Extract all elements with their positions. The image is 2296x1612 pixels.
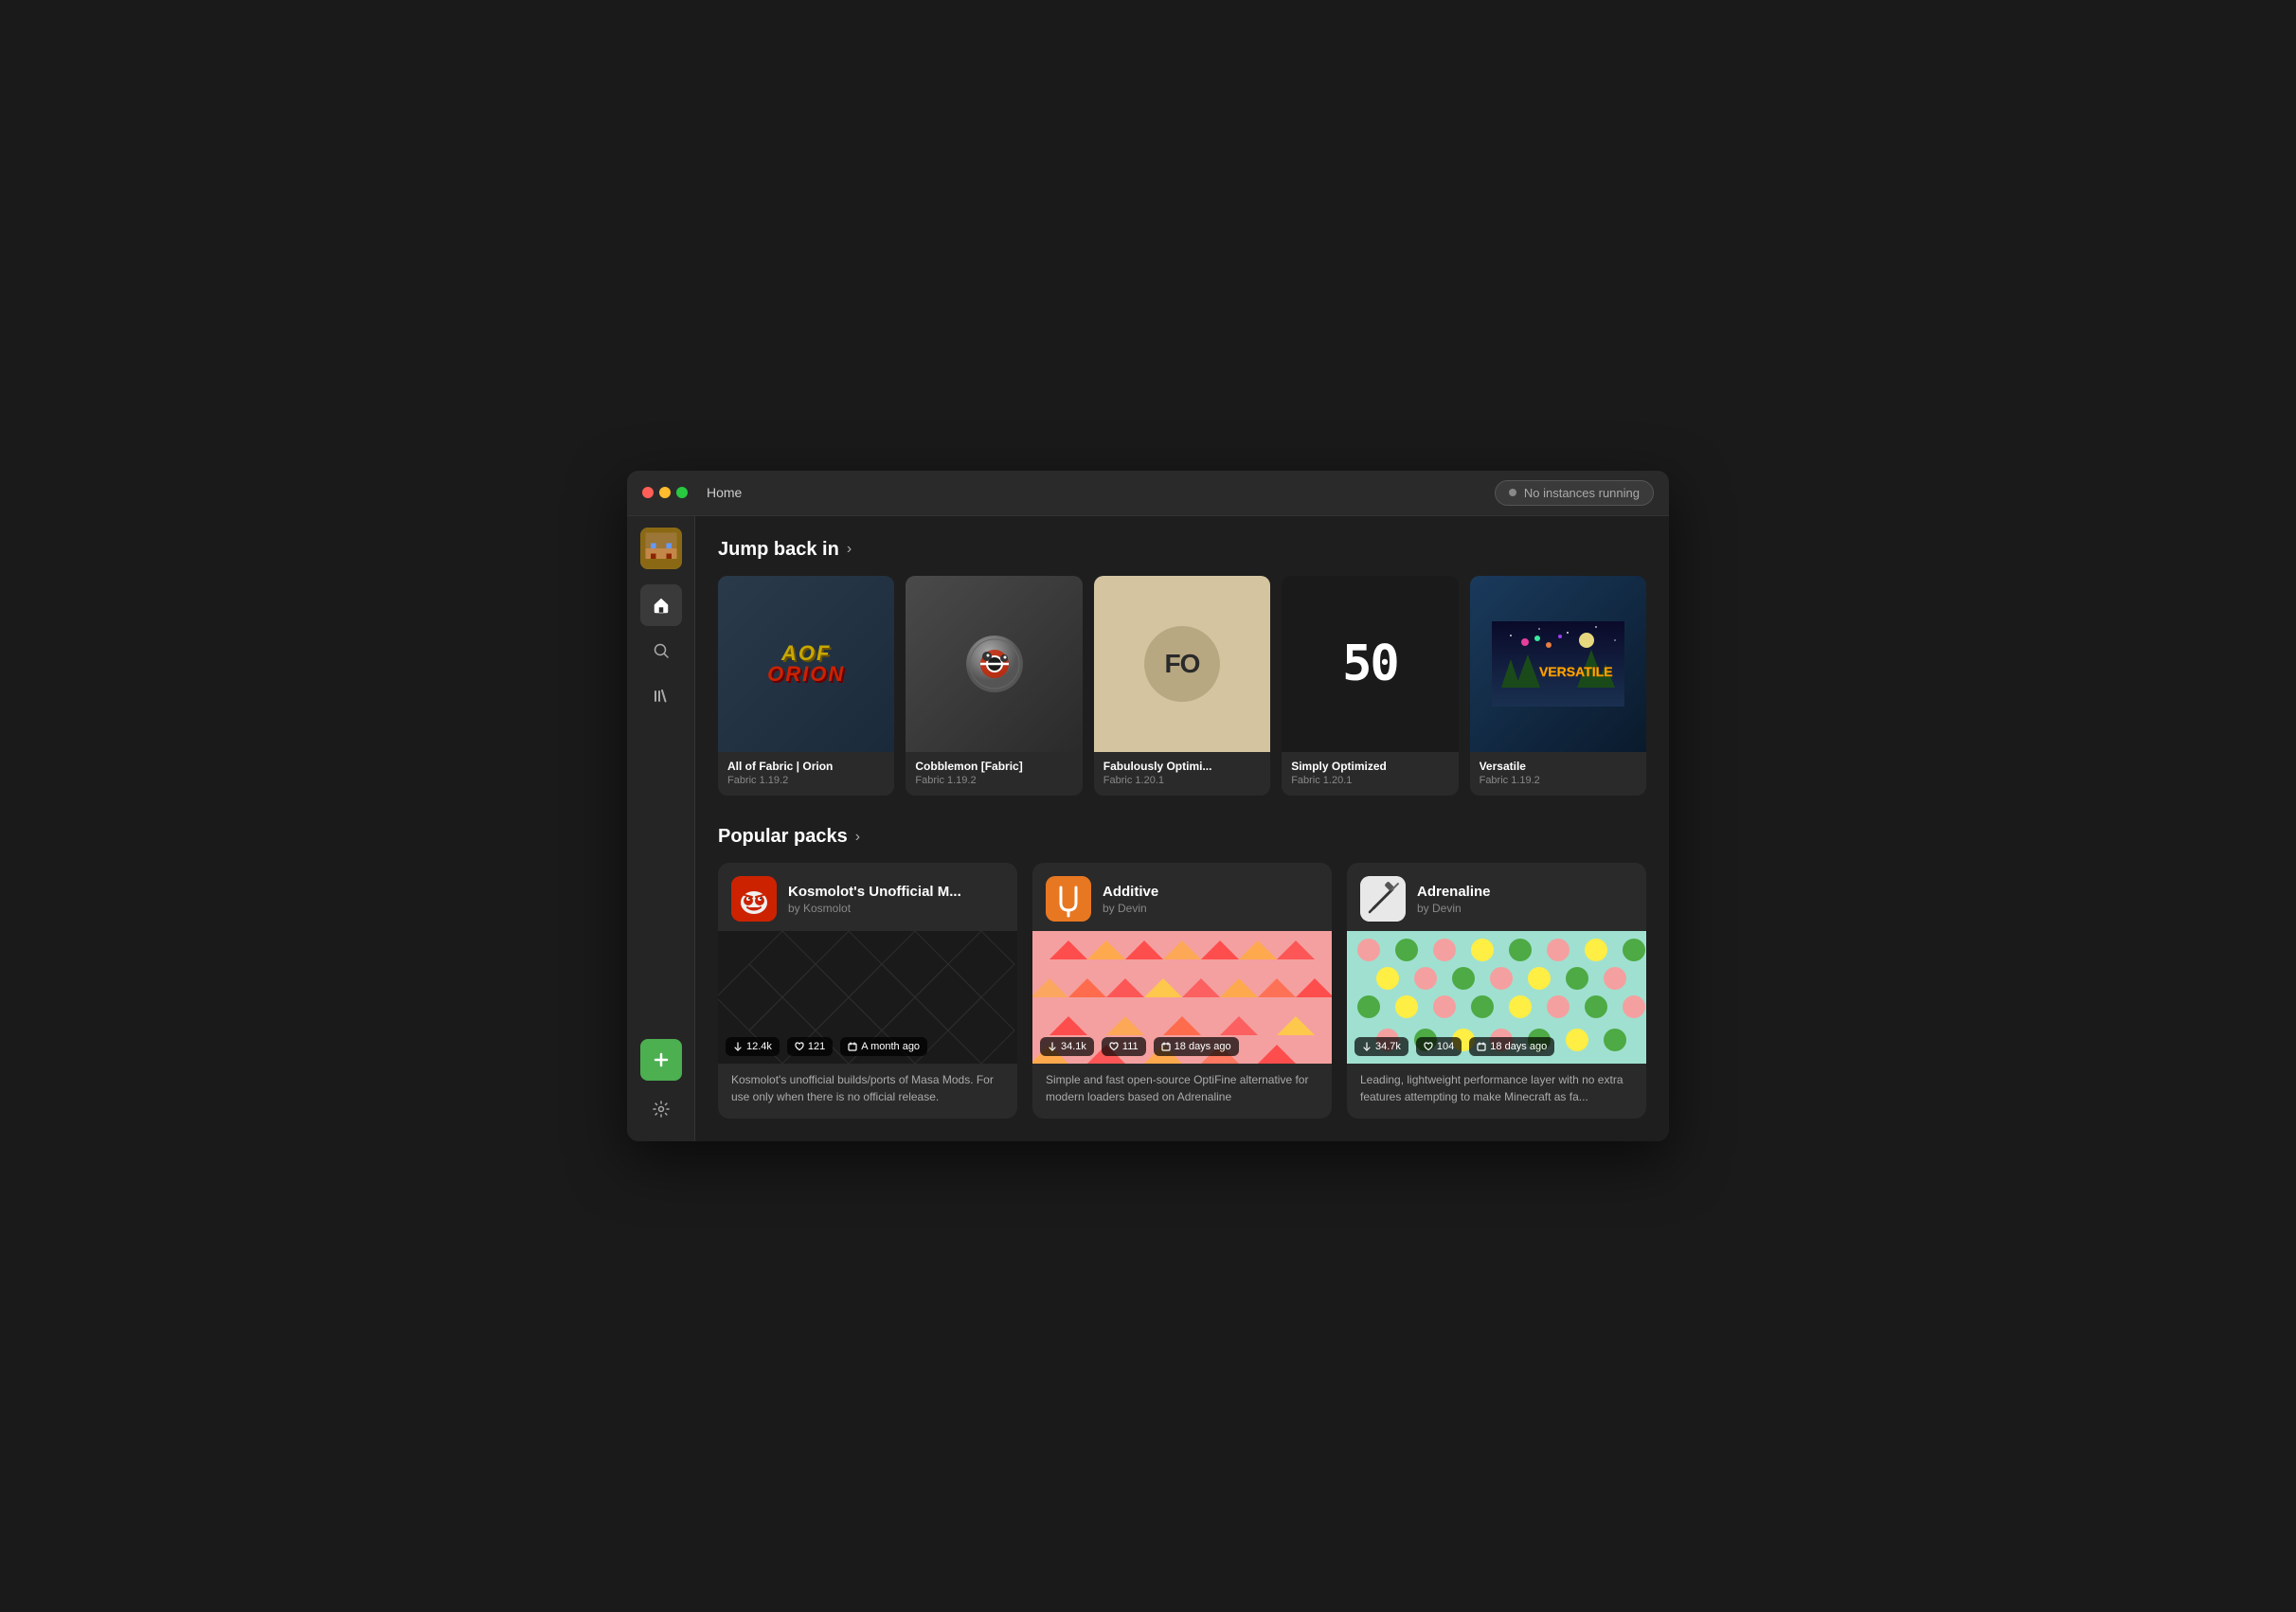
maximize-button[interactable]: [676, 487, 688, 498]
so-text: 50: [1342, 636, 1398, 692]
jump-card-aof-image: AOF ORION: [718, 576, 894, 752]
jump-back-grid: AOF ORION All of Fabric | Orion Fabric 1…: [718, 576, 1646, 796]
instances-dot: [1509, 489, 1516, 496]
jump-card-aof-sub: Fabric 1.19.2: [727, 775, 885, 786]
titlebar-left: Home: [642, 485, 742, 500]
jump-card-cobblemon-name: Cobblemon [Fabric]: [915, 760, 1072, 773]
adrenaline-downloads-badge: 34.7k: [1354, 1037, 1408, 1056]
popular-packs-grid: Kosmolot's Unofficial M... by Kosmolot: [718, 863, 1646, 1119]
jump-card-fo[interactable]: FO Fabulously Optimi... Fabric 1.20.1: [1094, 576, 1270, 796]
sidebar-item-home[interactable]: [640, 584, 682, 626]
content-area: Jump back in › AOF ORION All of Fabric |…: [695, 516, 1669, 1141]
pack-icon-additive: [1046, 876, 1091, 922]
jump-back-section-header: Jump back in ›: [718, 539, 1646, 561]
popular-packs-section-header: Popular packs ›: [718, 826, 1646, 848]
kosmolot-age: A month ago: [861, 1041, 920, 1052]
add-button[interactable]: [640, 1039, 682, 1081]
sidebar-item-settings[interactable]: [640, 1088, 682, 1130]
adrenaline-age-badge: 18 days ago: [1469, 1037, 1554, 1056]
main-layout: Jump back in › AOF ORION All of Fabric |…: [627, 516, 1669, 1141]
additive-likes: 111: [1122, 1041, 1139, 1052]
pack-adrenaline-stats: 34.7k 104 18 days ago: [1354, 1037, 1554, 1056]
instances-label: No instances running: [1524, 486, 1640, 500]
pack-kosmolot-name: Kosmolot's Unofficial M...: [788, 884, 961, 900]
sidebar-item-search[interactable]: [640, 630, 682, 672]
jump-card-cobblemon[interactable]: Cobblemon [Fabric] Fabric 1.19.2: [906, 576, 1082, 796]
kosmolot-age-badge: A month ago: [840, 1037, 927, 1056]
jump-card-aof-name: All of Fabric | Orion: [727, 760, 885, 773]
jump-card-versatile[interactable]: VERSATILE Versatile Fabric 1.19.2: [1470, 576, 1646, 796]
jump-card-aof[interactable]: AOF ORION All of Fabric | Orion Fabric 1…: [718, 576, 894, 796]
close-button[interactable]: [642, 487, 654, 498]
jump-card-so-sub: Fabric 1.20.1: [1291, 775, 1448, 786]
adrenaline-likes-badge: 104: [1416, 1037, 1462, 1056]
jump-card-versatile-image: VERSATILE: [1470, 576, 1646, 752]
pack-kosmolot-author: by Kosmolot: [788, 902, 961, 915]
jump-card-versatile-name: Versatile: [1480, 760, 1637, 773]
pack-card-kosmolot[interactable]: Kosmolot's Unofficial M... by Kosmolot: [718, 863, 1017, 1119]
pack-kosmolot-image: 12.4k 121 A month ago: [718, 931, 1017, 1064]
pack-icon-adrenaline: [1360, 876, 1406, 922]
app-window: Home No instances running: [627, 471, 1669, 1141]
pack-adrenaline-description: Leading, lightweight performance layer w…: [1347, 1064, 1646, 1119]
traffic-lights: [642, 487, 688, 498]
jump-card-fo-name: Fabulously Optimi...: [1103, 760, 1261, 773]
pack-adrenaline-name: Adrenaline: [1417, 884, 1491, 900]
sidebar-item-library[interactable]: [640, 675, 682, 717]
pack-additive-image: 34.1k 111 18 days ago: [1032, 931, 1332, 1064]
pack-kosmolot-description: Kosmolot's unofficial builds/ports of Ma…: [718, 1064, 1017, 1119]
adrenaline-downloads: 34.7k: [1375, 1041, 1401, 1052]
pack-card-adrenaline[interactable]: Adrenaline by Devin: [1347, 863, 1646, 1119]
pack-adrenaline-author: by Devin: [1417, 902, 1491, 915]
adrenaline-age: 18 days ago: [1490, 1041, 1547, 1052]
aof-text: AOF ORION: [767, 643, 845, 685]
jump-card-versatile-sub: Fabric 1.19.2: [1480, 775, 1637, 786]
jump-card-so[interactable]: 50 Simply Optimized Fabric 1.20.1: [1282, 576, 1458, 796]
avatar[interactable]: [640, 528, 682, 569]
jump-card-cobblemon-sub: Fabric 1.19.2: [915, 775, 1072, 786]
kosmolot-likes: 121: [808, 1041, 825, 1052]
pack-icon-kosmolot: [731, 876, 777, 922]
pack-adrenaline-image: 34.7k 104 18 days ago: [1347, 931, 1646, 1064]
window-title: Home: [707, 485, 742, 500]
jump-card-so-name: Simply Optimized: [1291, 760, 1448, 773]
jump-card-fo-image: FO: [1094, 576, 1270, 752]
jump-card-fo-sub: Fabric 1.20.1: [1103, 775, 1261, 786]
sidebar: [627, 516, 695, 1141]
pack-additive-description: Simple and fast open-source OptiFine alt…: [1032, 1064, 1332, 1119]
kosmolot-downloads: 12.4k: [746, 1041, 772, 1052]
instances-badge: No instances running: [1495, 480, 1654, 506]
jump-back-title: Jump back in: [718, 539, 839, 561]
fo-circle: FO: [1144, 626, 1220, 702]
kosmolot-likes-badge: 121: [787, 1037, 833, 1056]
additive-age-badge: 18 days ago: [1154, 1037, 1239, 1056]
titlebar: Home No instances running: [627, 471, 1669, 516]
pack-additive-author: by Devin: [1103, 902, 1158, 915]
additive-likes-badge: 111: [1102, 1037, 1146, 1056]
popular-packs-title: Popular packs: [718, 826, 848, 848]
additive-age: 18 days ago: [1175, 1041, 1231, 1052]
minimize-button[interactable]: [659, 487, 671, 498]
jump-card-so-image: 50: [1282, 576, 1458, 752]
popular-packs-chevron-icon[interactable]: ›: [855, 829, 860, 846]
svg-text:VERSATILE: VERSATILE: [1539, 664, 1613, 679]
pack-kosmolot-stats: 12.4k 121 A month ago: [726, 1037, 927, 1056]
additive-downloads-badge: 34.1k: [1040, 1037, 1094, 1056]
pack-card-additive[interactable]: Additive by Devin: [1032, 863, 1332, 1119]
jump-card-cobblemon-image: [906, 576, 1082, 752]
kosmolot-downloads-badge: 12.4k: [726, 1037, 780, 1056]
adrenaline-likes: 104: [1437, 1041, 1454, 1052]
pack-additive-name: Additive: [1103, 884, 1158, 900]
jump-back-chevron-icon[interactable]: ›: [847, 541, 852, 558]
pack-additive-stats: 34.1k 111 18 days ago: [1040, 1037, 1239, 1056]
additive-downloads: 34.1k: [1061, 1041, 1086, 1052]
